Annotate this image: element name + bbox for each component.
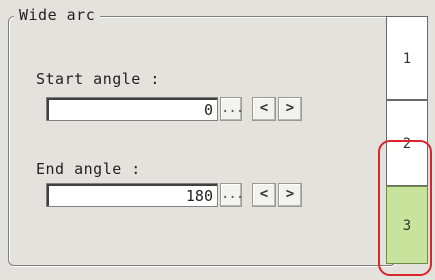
end-angle-label: End angle :	[36, 160, 141, 178]
start-angle-label: Start angle :	[36, 70, 160, 88]
end-angle-increment-button[interactable]: >	[278, 183, 302, 207]
group-title: Wide arc	[14, 6, 101, 24]
start-angle-input[interactable]: 0	[46, 97, 218, 121]
start-angle-browse-button[interactable]: ...	[220, 97, 244, 121]
tab-1[interactable]: 1	[386, 16, 428, 100]
highlight-ring	[378, 140, 432, 276]
end-angle-input[interactable]: 180	[46, 183, 218, 207]
wide-arc-group	[8, 16, 396, 266]
end-angle-decrement-button[interactable]: <	[252, 183, 276, 207]
start-angle-decrement-button[interactable]: <	[252, 97, 276, 121]
end-angle-browse-button[interactable]: ...	[220, 183, 244, 207]
start-angle-increment-button[interactable]: >	[278, 97, 302, 121]
